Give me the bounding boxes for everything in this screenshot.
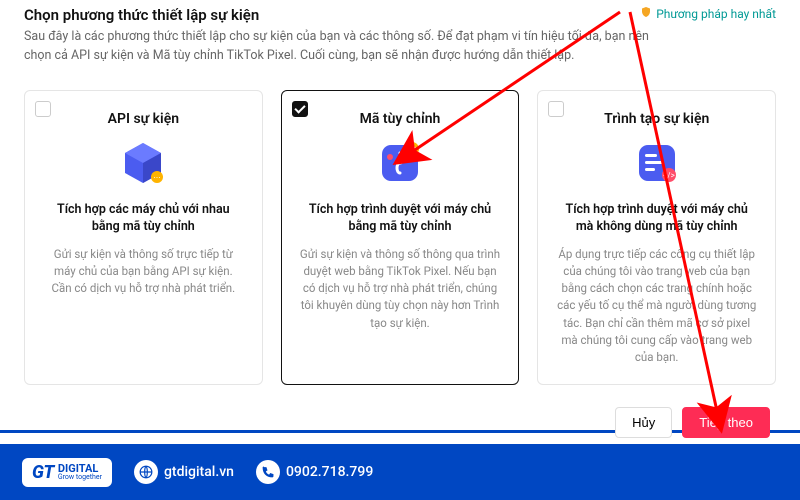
page-subtitle: Sau đây là các phương thức thiết lập cho… [24, 28, 664, 66]
brand-phone[interactable]: 0902.718.799 [256, 460, 373, 484]
logo-tagline: Grow together [58, 474, 102, 481]
method-cards: API sự kiện ⋯ Tích hợp các máy chủ với n… [24, 90, 776, 406]
globe-icon [134, 460, 158, 484]
checkbox[interactable] [35, 101, 51, 117]
svg-text:⋯: ⋯ [154, 174, 161, 182]
shield-icon [640, 6, 652, 21]
phone-icon [256, 460, 280, 484]
brand-logo: GT DIGITAL Grow together [22, 458, 112, 487]
best-practice-label: Phương pháp hay nhất [656, 7, 776, 21]
card-title: Mã tùy chỉnh [298, 111, 503, 127]
card-title: Trình tạo sự kiện [554, 111, 759, 127]
event-builder-icon: </> [633, 139, 681, 187]
svg-text:</>: </> [663, 171, 675, 180]
card-heading: Tích hợp trình duyệt với máy chủ mà khôn… [554, 201, 759, 236]
website-text: gtdigital.vn [164, 464, 234, 480]
next-button[interactable]: Tiếp theo [682, 407, 770, 438]
footer-actions: Hủy Tiếp theo [615, 407, 770, 438]
brand-website[interactable]: gtdigital.vn [134, 460, 234, 484]
card-heading: Tích hợp các máy chủ với nhau bằng mã tù… [41, 201, 246, 236]
card-desc: Áp dụng trực tiếp các công cụ thiết lập … [554, 246, 759, 367]
checkbox[interactable] [548, 101, 564, 117]
card-desc: Gửi sự kiện và thông số thông qua trình … [298, 246, 503, 332]
card-desc: Gửi sự kiện và thông số trực tiếp từ máy… [41, 246, 246, 298]
card-title: API sự kiện [41, 111, 246, 127]
logo-mark: GT [32, 462, 54, 483]
brand-bar: GT DIGITAL Grow together gtdigital.vn 09… [0, 444, 800, 500]
card-heading: Tích hợp trình duyệt với máy chủ bằng mã… [298, 201, 503, 236]
phone-text: 0902.718.799 [286, 464, 373, 480]
card-api-events[interactable]: API sự kiện ⋯ Tích hợp các máy chủ với n… [24, 90, 263, 386]
best-practice-link[interactable]: Phương pháp hay nhất [640, 6, 776, 21]
card-event-builder[interactable]: Trình tạo sự kiện </> Tích hợp trình duy… [537, 90, 776, 386]
cube-api-icon: ⋯ [119, 139, 167, 187]
cancel-button[interactable]: Hủy [615, 407, 672, 438]
custom-code-icon [376, 139, 424, 187]
page-title: Chọn phương thức thiết lập sự kiện [24, 6, 259, 24]
card-custom-code[interactable]: Mã tùy chỉnh Tích hợp trình duyệt với má… [281, 90, 520, 386]
checkbox-checked[interactable] [292, 101, 308, 117]
